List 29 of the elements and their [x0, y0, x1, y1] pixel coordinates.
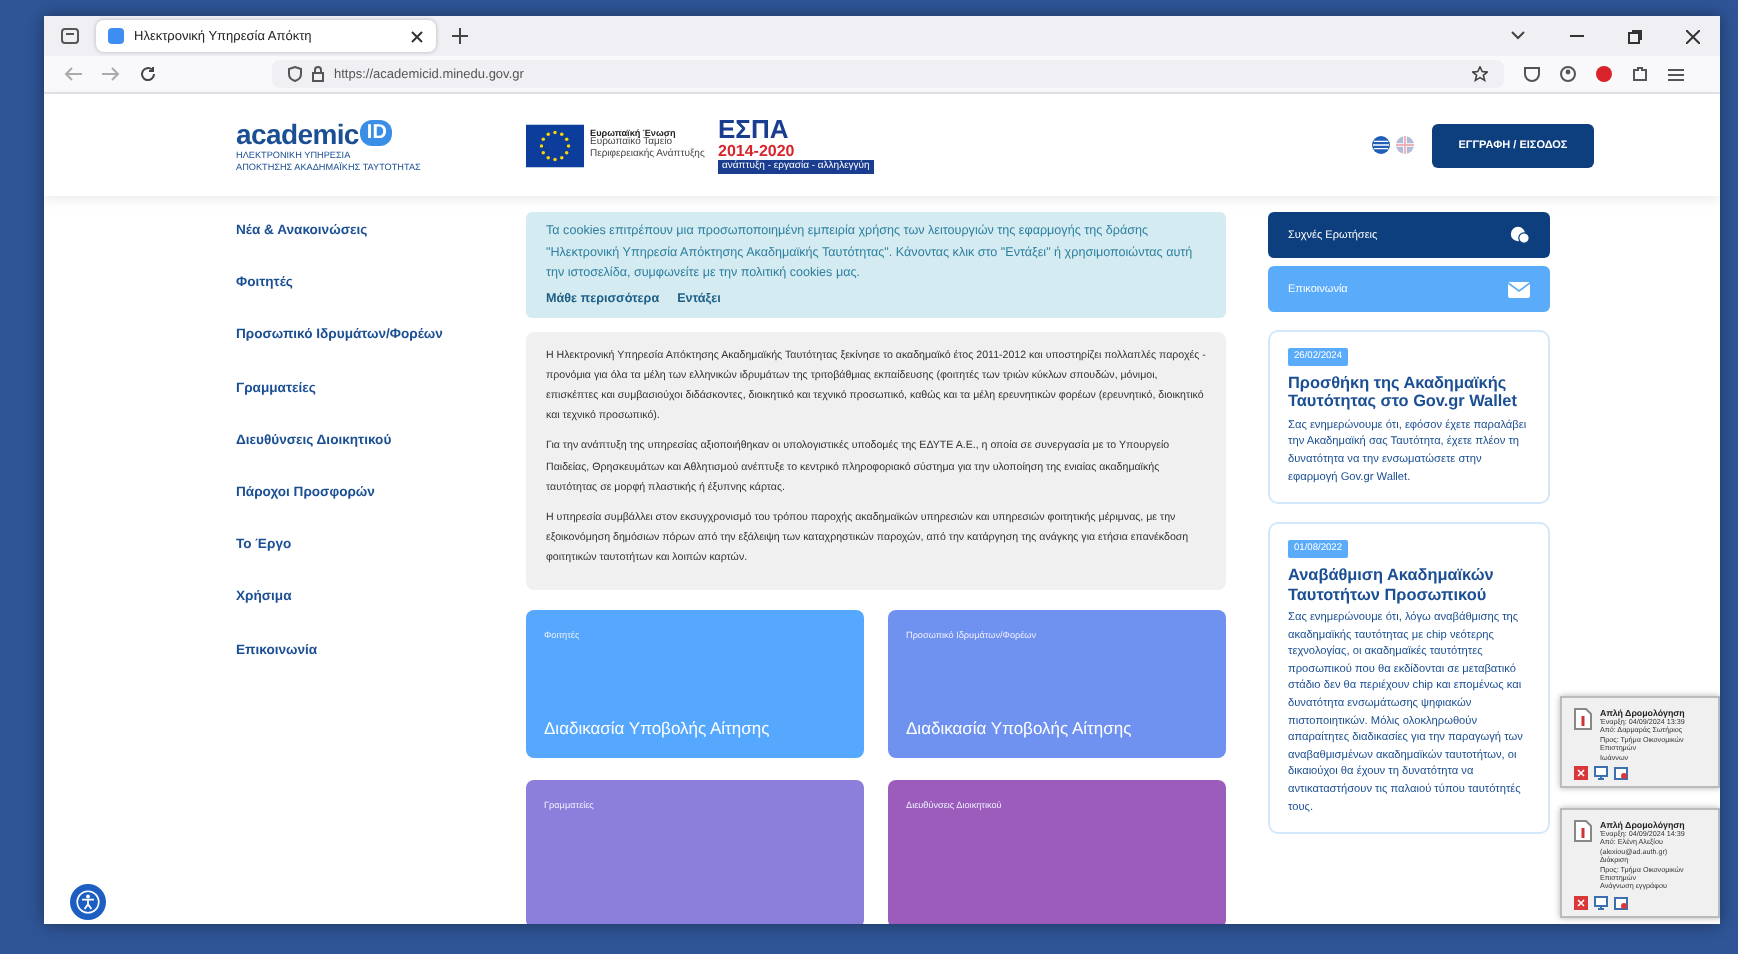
star-icon[interactable] [1472, 66, 1488, 82]
lock-icon[interactable] [312, 66, 324, 82]
dismiss-icon[interactable] [1574, 895, 1588, 910]
news-title[interactable]: Αναβάθμιση Ακαδημαϊκών Ταυτοτήτων Προσωπικού [1288, 566, 1530, 604]
chat-bubbles-icon [1510, 226, 1530, 244]
greek-flag-icon[interactable] [1372, 136, 1390, 154]
account-icon[interactable] [1560, 66, 1576, 82]
accessibility-icon [76, 890, 100, 914]
monitor-icon[interactable] [1594, 766, 1608, 781]
close-icon[interactable] [1686, 29, 1700, 43]
news-title[interactable]: Προσθήκη της Ακαδημαϊκής Ταυτότητας στο Gov.gr Wallet [1288, 374, 1530, 412]
close-icon[interactable] [410, 29, 424, 43]
document-icon [1574, 820, 1592, 842]
minimize-icon[interactable] [1570, 34, 1584, 38]
tab-list-icon[interactable] [60, 26, 80, 46]
plus-icon[interactable] [452, 28, 468, 44]
tile-title: Διαδικασία Υποβολής Αίτησης [906, 717, 1132, 738]
restore-icon[interactable] [1628, 29, 1642, 43]
chevron-down-icon[interactable] [1510, 30, 1526, 42]
envelope-icon [1508, 281, 1530, 297]
tile-title: Διαδικασία Υποβολής Αίτησης [544, 717, 770, 738]
extension-badge-icon[interactable] [1596, 66, 1612, 82]
pocket-icon[interactable] [1524, 66, 1540, 82]
reload-icon[interactable] [140, 66, 156, 82]
document-icon [1574, 708, 1592, 730]
monitor-icon[interactable] [1594, 895, 1608, 910]
shield-icon[interactable] [288, 66, 302, 82]
dismiss-icon[interactable] [1574, 766, 1588, 781]
menu-icon[interactable] [1668, 67, 1684, 81]
